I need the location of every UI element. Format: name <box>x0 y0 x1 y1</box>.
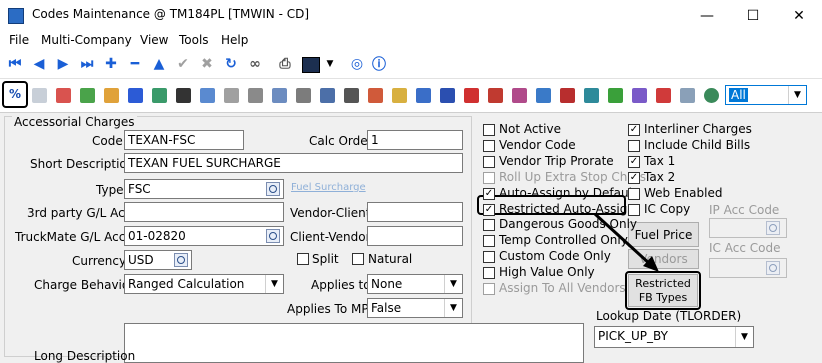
tax-checkbox-label: IC Copy <box>644 201 691 216</box>
behavior-checkbox-label: High Value Only <box>499 265 595 280</box>
tax-checkbox-1[interactable] <box>628 139 640 152</box>
behavior-checkbox-label: Temp Controlled Only <box>499 233 628 248</box>
behavior-checkbox-label: Roll Up Extra Stop Chrgs <box>499 169 646 184</box>
tax-checkbox-5[interactable] <box>628 203 640 216</box>
tax-checkbox-2[interactable]: ✓ <box>628 155 640 168</box>
behavior-checkbox-2[interactable] <box>483 155 495 168</box>
behavior-checkbox-label: Not Active <box>499 122 561 136</box>
behavior-checkbox-label: Vendor Code <box>499 137 576 152</box>
behavior-checkbox-label: Custom Code Only <box>499 249 611 264</box>
behavior-checkbox-10 <box>483 283 495 295</box>
behavior-checkbox-3 <box>483 171 495 184</box>
behavior-checkbox-label: Auto-Assign by Default <box>499 185 637 200</box>
tax-checkbox-label: Include Child Bills <box>644 137 751 152</box>
callout-arrow-icon <box>593 212 659 272</box>
tax-checkbox-label: Interliner Charges <box>644 122 752 136</box>
behavior-checkbox-6[interactable] <box>483 219 495 232</box>
behavior-checkbox-label: Dangerous Goods Only <box>499 217 638 232</box>
behavior-checkbox-0[interactable] <box>483 124 495 136</box>
behavior-checkbox-label: Assign To All Vendors <box>499 281 626 295</box>
tax-checkbox-label: Tax 2 <box>644 169 676 184</box>
tax-checkbox-3[interactable]: ✓ <box>628 171 640 184</box>
tax-checkbox-label: Tax 1 <box>644 153 676 168</box>
behavior-checkbox-1[interactable] <box>483 139 495 152</box>
behavior-checkbox-8[interactable] <box>483 251 495 264</box>
behavior-checkbox-label: Vendor Trip Prorate <box>499 153 614 168</box>
behavior-checkbox-5[interactable]: ✓ <box>483 203 495 216</box>
behavior-checkbox-4[interactable]: ✓ <box>483 187 495 200</box>
tax-checkbox-4[interactable] <box>628 187 640 200</box>
tax-checkbox-0[interactable]: ✓ <box>628 124 640 136</box>
tax-checkbox-label: Web Enabled <box>644 185 723 200</box>
behavior-checkbox-label: Restricted Auto-Assign <box>499 201 635 216</box>
behavior-checkbox-7[interactable] <box>483 235 495 248</box>
behavior-checkbox-9[interactable] <box>483 267 495 280</box>
